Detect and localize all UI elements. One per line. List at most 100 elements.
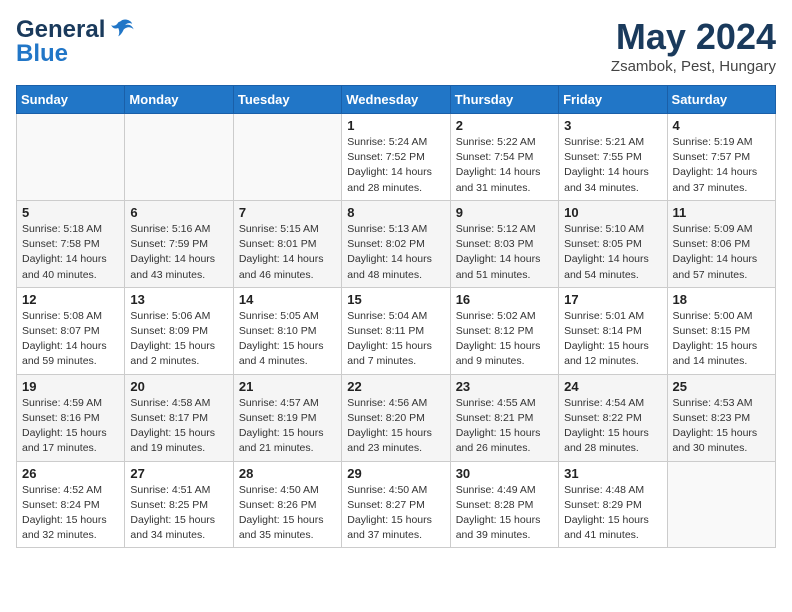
day-info: Sunrise: 5:02 AMSunset: 8:12 PMDaylight:… [456, 309, 553, 370]
day-number: 16 [456, 292, 553, 307]
calendar-cell: 8Sunrise: 5:13 AMSunset: 8:02 PMDaylight… [342, 200, 450, 287]
calendar-cell [233, 114, 341, 201]
calendar-cell: 13Sunrise: 5:06 AMSunset: 8:09 PMDayligh… [125, 287, 233, 374]
day-info: Sunrise: 5:22 AMSunset: 7:54 PMDaylight:… [456, 135, 553, 196]
calendar-cell [125, 114, 233, 201]
day-number: 5 [22, 205, 119, 220]
day-number: 24 [564, 379, 661, 394]
header-friday: Friday [559, 86, 667, 114]
day-number: 6 [130, 205, 227, 220]
calendar-week-row: 5 Sunrise: 5:18 AMSunset: 7:58 PMDaylight… [17, 200, 776, 287]
day-info: Sunrise: 5:15 AMSunset: 8:01 PMDaylight:… [239, 222, 336, 283]
day-number: 3 [564, 118, 661, 133]
calendar-cell: 15Sunrise: 5:04 AMSunset: 8:11 PMDayligh… [342, 287, 450, 374]
day-info: Sunrise: 4:49 AMSunset: 8:28 PMDaylight:… [456, 483, 553, 544]
day-info: Sunrise: 4:48 AMSunset: 8:29 PMDaylight:… [564, 483, 661, 544]
day-info: Sunrise: 4:55 AMSunset: 8:21 PMDaylight:… [456, 396, 553, 457]
calendar-cell: 14 Sunrise: 5:05 AMSunset: 8:10 PMDayligh… [233, 287, 341, 374]
calendar-cell: 7 Sunrise: 5:15 AMSunset: 8:01 PMDaylight… [233, 200, 341, 287]
calendar-cell: 4Sunrise: 5:19 AMSunset: 7:57 PMDaylight… [667, 114, 775, 201]
day-info: Sunrise: 4:59 AMSunset: 8:16 PMDaylight:… [22, 396, 119, 457]
calendar-cell: 29 Sunrise: 4:50 AMSunset: 8:27 PMDayligh… [342, 461, 450, 548]
day-info: Sunrise: 4:50 AMSunset: 8:26 PMDaylight:… [239, 483, 336, 544]
calendar-table: Sunday Monday Tuesday Wednesday Thursday… [16, 85, 776, 548]
calendar-cell: 26 Sunrise: 4:52 AMSunset: 8:24 PMDayligh… [17, 461, 125, 548]
day-number: 15 [347, 292, 444, 307]
logo-bird-icon [107, 14, 135, 42]
header-monday: Monday [125, 86, 233, 114]
day-number: 11 [673, 205, 770, 220]
calendar-header-row: Sunday Monday Tuesday Wednesday Thursday… [17, 86, 776, 114]
day-info: Sunrise: 5:00 AMSunset: 8:15 PMDaylight:… [673, 309, 770, 370]
day-number: 2 [456, 118, 553, 133]
day-info: Sunrise: 4:50 AMSunset: 8:27 PMDaylight:… [347, 483, 444, 544]
day-number: 12 [22, 292, 119, 307]
header-thursday: Thursday [450, 86, 558, 114]
day-number: 8 [347, 205, 444, 220]
header-wednesday: Wednesday [342, 86, 450, 114]
day-number: 1 [347, 118, 444, 133]
day-number: 29 [347, 466, 444, 481]
calendar-cell: 19 Sunrise: 4:59 AMSunset: 8:16 PMDayligh… [17, 374, 125, 461]
calendar-cell [667, 461, 775, 548]
day-number: 18 [673, 292, 770, 307]
calendar-week-row: 12 Sunrise: 5:08 AMSunset: 8:07 PMDayligh… [17, 287, 776, 374]
day-info: Sunrise: 5:24 AMSunset: 7:52 PMDaylight:… [347, 135, 444, 196]
day-info: Sunrise: 5:10 AMSunset: 8:05 PMDaylight:… [564, 222, 661, 283]
day-number: 25 [673, 379, 770, 394]
day-number: 14 [239, 292, 336, 307]
day-number: 31 [564, 466, 661, 481]
calendar-cell: 11 Sunrise: 5:09 AMSunset: 8:06 PMDayligh… [667, 200, 775, 287]
day-number: 30 [456, 466, 553, 481]
calendar-cell: 12 Sunrise: 5:08 AMSunset: 8:07 PMDayligh… [17, 287, 125, 374]
calendar-cell: 9Sunrise: 5:12 AMSunset: 8:03 PMDaylight… [450, 200, 558, 287]
day-number: 21 [239, 379, 336, 394]
day-number: 10 [564, 205, 661, 220]
day-info: Sunrise: 5:05 AMSunset: 8:10 PMDaylight:… [239, 309, 336, 370]
header-tuesday: Tuesday [233, 86, 341, 114]
header-sunday: Sunday [17, 86, 125, 114]
day-number: 22 [347, 379, 444, 394]
location-subtitle: Zsambok, Pest, Hungary [611, 58, 776, 75]
day-number: 23 [456, 379, 553, 394]
day-number: 19 [22, 379, 119, 394]
calendar-cell: 6 Sunrise: 5:16 AMSunset: 7:59 PMDaylight… [125, 200, 233, 287]
day-number: 17 [564, 292, 661, 307]
day-info: Sunrise: 4:51 AMSunset: 8:25 PMDaylight:… [130, 483, 227, 544]
day-info: Sunrise: 5:12 AMSunset: 8:03 PMDaylight:… [456, 222, 553, 283]
day-info: Sunrise: 5:09 AMSunset: 8:06 PMDaylight:… [673, 222, 770, 283]
day-number: 7 [239, 205, 336, 220]
day-info: Sunrise: 5:21 AMSunset: 7:55 PMDaylight:… [564, 135, 661, 196]
day-info: Sunrise: 5:08 AMSunset: 8:07 PMDaylight:… [22, 309, 119, 370]
calendar-cell: 25Sunrise: 4:53 AMSunset: 8:23 PMDayligh… [667, 374, 775, 461]
logo-blue: Blue [16, 40, 68, 68]
calendar-week-row: 26 Sunrise: 4:52 AMSunset: 8:24 PMDayligh… [17, 461, 776, 548]
day-info: Sunrise: 5:19 AMSunset: 7:57 PMDaylight:… [673, 135, 770, 196]
calendar-cell: 27 Sunrise: 4:51 AMSunset: 8:25 PMDayligh… [125, 461, 233, 548]
day-number: 27 [130, 466, 227, 481]
calendar-week-row: 19 Sunrise: 4:59 AMSunset: 8:16 PMDayligh… [17, 374, 776, 461]
day-number: 28 [239, 466, 336, 481]
day-info: Sunrise: 4:52 AMSunset: 8:24 PMDaylight:… [22, 483, 119, 544]
calendar-cell: 30 Sunrise: 4:49 AMSunset: 8:28 PMDayligh… [450, 461, 558, 548]
logo: General Blue [16, 16, 135, 68]
day-info: Sunrise: 5:18 AMSunset: 7:58 PMDaylight:… [22, 222, 119, 283]
header-saturday: Saturday [667, 86, 775, 114]
calendar-week-row: 1 Sunrise: 5:24 AMSunset: 7:52 PMDaylight… [17, 114, 776, 201]
calendar-cell: 31 Sunrise: 4:48 AMSunset: 8:29 PMDayligh… [559, 461, 667, 548]
calendar-cell: 20Sunrise: 4:58 AMSunset: 8:17 PMDayligh… [125, 374, 233, 461]
calendar-cell: 17Sunrise: 5:01 AMSunset: 8:14 PMDayligh… [559, 287, 667, 374]
calendar-cell: 16 Sunrise: 5:02 AMSunset: 8:12 PMDayligh… [450, 287, 558, 374]
calendar-cell: 28 Sunrise: 4:50 AMSunset: 8:26 PMDayligh… [233, 461, 341, 548]
day-number: 20 [130, 379, 227, 394]
calendar-cell: 22Sunrise: 4:56 AMSunset: 8:20 PMDayligh… [342, 374, 450, 461]
title-block: May 2024 Zsambok, Pest, Hungary [611, 16, 776, 75]
calendar-cell: 2 Sunrise: 5:22 AMSunset: 7:54 PMDaylight… [450, 114, 558, 201]
day-number: 13 [130, 292, 227, 307]
calendar-cell: 23 Sunrise: 4:55 AMSunset: 8:21 PMDayligh… [450, 374, 558, 461]
calendar-cell: 21Sunrise: 4:57 AMSunset: 8:19 PMDayligh… [233, 374, 341, 461]
day-number: 26 [22, 466, 119, 481]
calendar-cell [17, 114, 125, 201]
calendar-cell: 5 Sunrise: 5:18 AMSunset: 7:58 PMDaylight… [17, 200, 125, 287]
day-info: Sunrise: 5:16 AMSunset: 7:59 PMDaylight:… [130, 222, 227, 283]
